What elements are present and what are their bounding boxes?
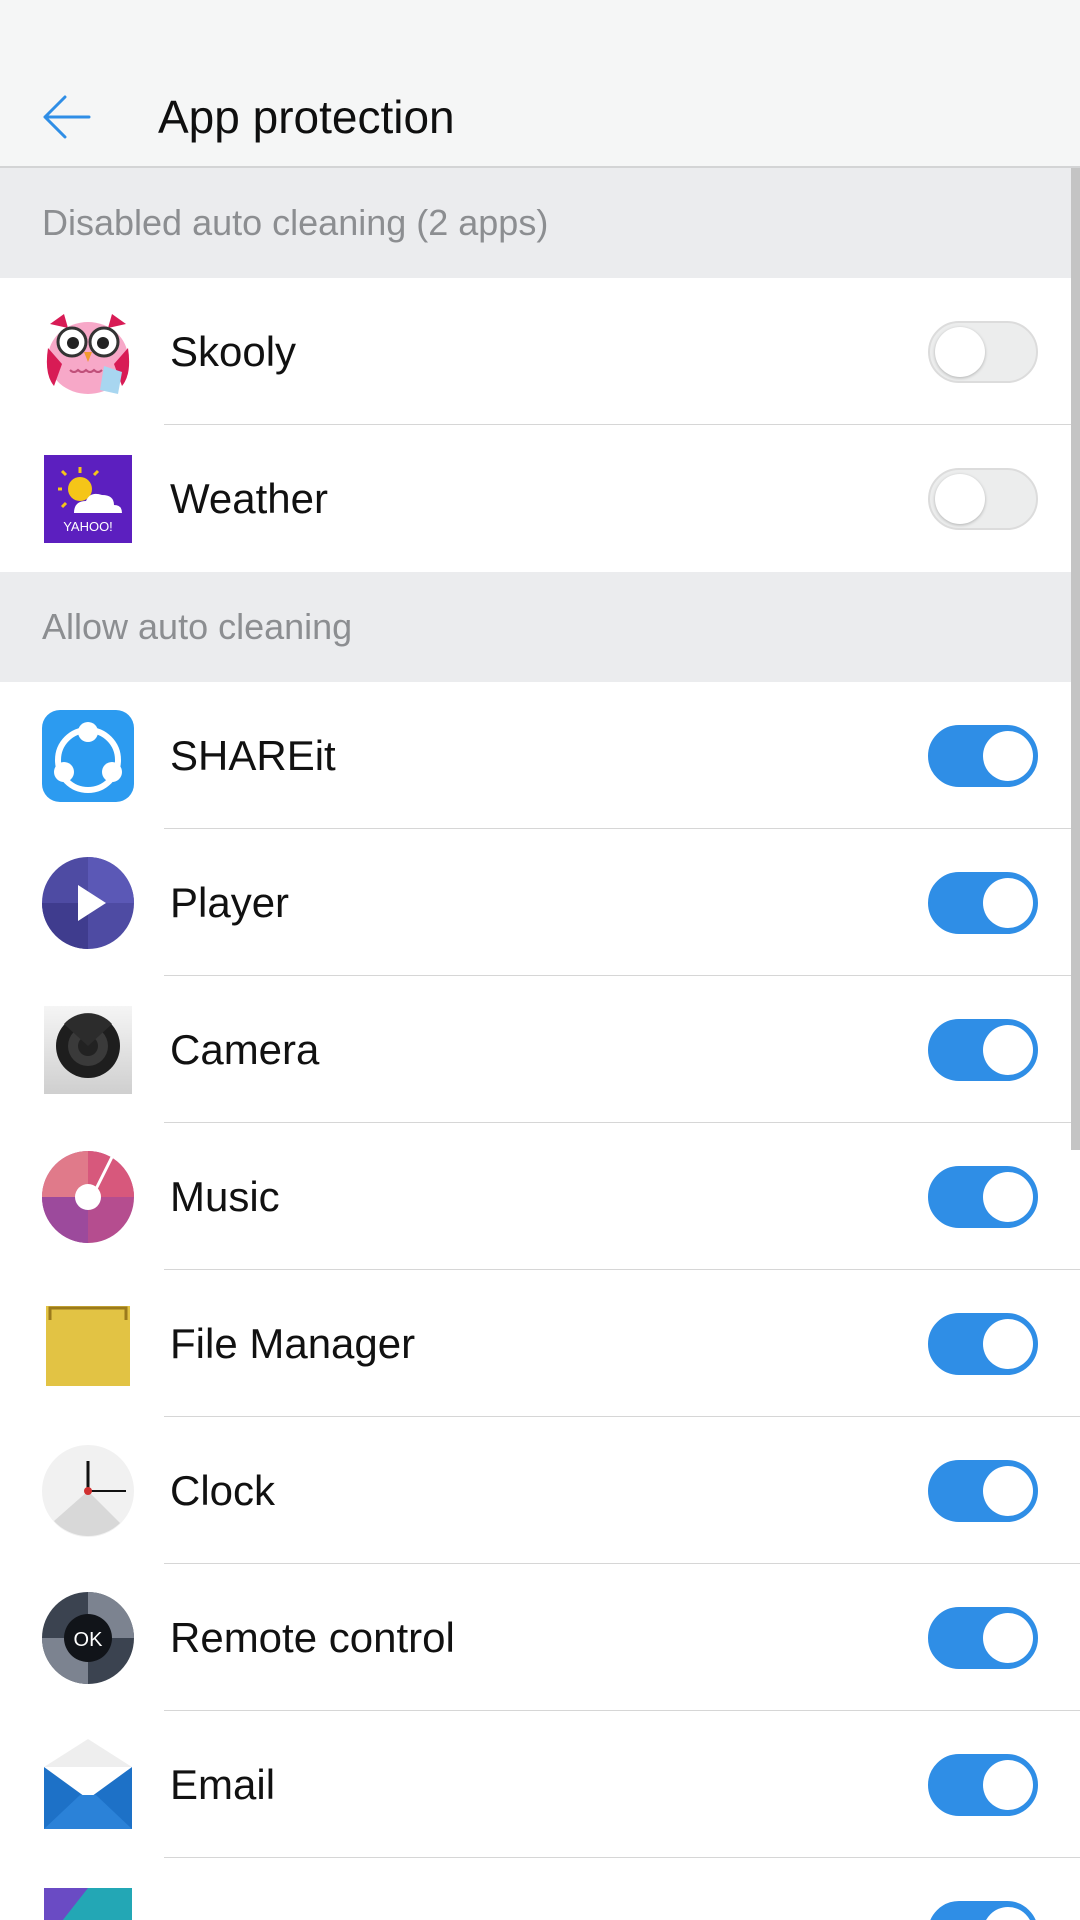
- auto-clean-toggle-camera[interactable]: [928, 1019, 1038, 1081]
- auto-clean-toggle-skooly[interactable]: [928, 321, 1038, 383]
- arrow-left-icon: [43, 95, 91, 139]
- app-row-file-manager: File Manager: [0, 1269, 1080, 1417]
- email-icon: [40, 1737, 136, 1833]
- auto-clean-toggle-remote-control[interactable]: [928, 1607, 1038, 1669]
- app-name: SHAREit: [170, 732, 336, 779]
- svg-text:OK: OK: [74, 1629, 104, 1651]
- app-name: File Manager: [170, 1320, 416, 1367]
- toggle-knob: [983, 1613, 1033, 1663]
- app-name: Weather: [170, 475, 328, 522]
- auto-clean-toggle-weather[interactable]: [928, 468, 1038, 530]
- app-name: Clock: [170, 1467, 276, 1514]
- toggle-knob: [983, 1907, 1033, 1920]
- skooly-owl-icon: [40, 304, 136, 400]
- app-row-skooly: Skooly: [0, 278, 1080, 425]
- app-name: Player: [170, 879, 290, 926]
- app-name: Remote control: [170, 1614, 455, 1661]
- music-icon: [40, 1149, 136, 1245]
- auto-clean-toggle-music[interactable]: [928, 1166, 1038, 1228]
- clock-icon: [40, 1443, 136, 1539]
- page-title: App protection: [158, 91, 455, 143]
- toggle-knob: [983, 731, 1033, 781]
- back-button[interactable]: [34, 84, 100, 150]
- auto-clean-toggle-partial[interactable]: [928, 1901, 1038, 1920]
- status-bar: [0, 0, 1080, 58]
- app-row-weather: YAHOO! Weather: [0, 424, 1080, 572]
- app-row-partial: [0, 1857, 1080, 1920]
- app-row-remote-control: OK Remote control: [0, 1563, 1080, 1711]
- app-row-shareit: SHAREit: [0, 682, 1080, 829]
- player-icon: [40, 855, 136, 951]
- app-protection-screen: App protection Disabled auto cleaning (2…: [0, 0, 1080, 1920]
- auto-clean-toggle-file-manager[interactable]: [928, 1313, 1038, 1375]
- section-header-disabled: Disabled auto cleaning (2 apps): [0, 168, 1080, 278]
- app-name: Skooly: [170, 328, 297, 375]
- auto-clean-toggle-player[interactable]: [928, 872, 1038, 934]
- remote-control-icon: OK: [40, 1590, 136, 1686]
- toggle-knob: [983, 1319, 1033, 1369]
- scrollbar[interactable]: [1071, 168, 1080, 1150]
- toggle-knob: [983, 1025, 1033, 1075]
- toggle-knob: [983, 1466, 1033, 1516]
- file-manager-icon: [40, 1296, 136, 1392]
- app-row-email: Email: [0, 1710, 1080, 1858]
- toggle-knob: [983, 1172, 1033, 1222]
- auto-clean-toggle-clock[interactable]: [928, 1460, 1038, 1522]
- app-bar: App protection: [0, 58, 1080, 168]
- toggle-knob: [983, 878, 1033, 928]
- toggle-knob: [935, 474, 985, 524]
- app-icon-partial: [40, 1884, 136, 1920]
- app-row-clock: Clock: [0, 1416, 1080, 1564]
- toggle-knob: [935, 327, 985, 377]
- section-header-allowed: Allow auto cleaning: [0, 572, 1080, 682]
- app-name: Email: [170, 1761, 276, 1808]
- svg-text:YAHOO!: YAHOO!: [63, 519, 113, 534]
- shareit-icon: [40, 708, 136, 804]
- auto-clean-toggle-email[interactable]: [928, 1754, 1038, 1816]
- app-row-music: Music: [0, 1122, 1080, 1270]
- app-name: Music: [170, 1173, 280, 1220]
- camera-icon: [40, 1002, 136, 1098]
- auto-clean-toggle-shareit[interactable]: [928, 725, 1038, 787]
- app-name: Camera: [170, 1026, 320, 1073]
- toggle-knob: [983, 1760, 1033, 1810]
- yahoo-weather-icon: YAHOO!: [40, 451, 136, 547]
- app-row-player: Player: [0, 828, 1080, 976]
- app-row-camera: Camera: [0, 975, 1080, 1123]
